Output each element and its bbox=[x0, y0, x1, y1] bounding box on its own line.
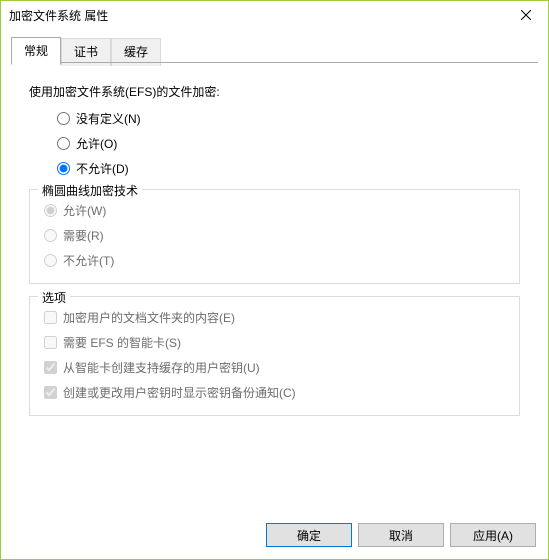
check-create-cached-key: 从智能卡创建支持缓存的用户密钥(U) bbox=[44, 359, 505, 376]
radio-ecc-disallow: 不允许(T) bbox=[44, 252, 505, 269]
tab-label: 证书 bbox=[74, 45, 98, 59]
radio-label: 不允许(D) bbox=[76, 160, 129, 177]
radio-label: 需要(R) bbox=[63, 227, 104, 244]
ecc-legend: 椭圆曲线加密技术 bbox=[38, 182, 142, 199]
cancel-button[interactable]: 取消 bbox=[358, 523, 444, 547]
options-legend: 选项 bbox=[38, 289, 70, 306]
radio-label: 不允许(T) bbox=[63, 252, 114, 269]
radio-label: 允许(O) bbox=[76, 135, 117, 152]
radio-input[interactable] bbox=[57, 137, 70, 150]
radio-input[interactable] bbox=[57, 162, 70, 175]
apply-button[interactable]: 应用(A) bbox=[450, 523, 536, 547]
check-encrypt-docs: 加密用户的文档文件夹的内容(E) bbox=[44, 309, 505, 326]
radio-label: 没有定义(N) bbox=[76, 110, 141, 127]
tab-strip: 常规 证书 缓存 bbox=[11, 37, 538, 65]
options-fieldset: 选项 加密用户的文档文件夹的内容(E) 需要 EFS 的智能卡(S) 从智能卡创… bbox=[29, 296, 520, 416]
checkbox-label: 从智能卡创建支持缓存的用户密钥(U) bbox=[63, 359, 260, 376]
titlebar: 加密文件系统 属性 bbox=[1, 1, 548, 31]
check-backup-notification: 创建或更改用户密钥时显示密钥备份通知(C) bbox=[44, 384, 505, 401]
window-title: 加密文件系统 属性 bbox=[9, 1, 108, 24]
tab-content: 使用加密文件系统(EFS)的文件加密: 没有定义(N) 允许(O) 不允许(D)… bbox=[1, 65, 548, 426]
ok-button[interactable]: 确定 bbox=[266, 523, 352, 547]
radio-disallow[interactable]: 不允许(D) bbox=[57, 160, 520, 177]
radio-label: 允许(W) bbox=[63, 202, 106, 219]
radio-input bbox=[44, 204, 57, 217]
radio-not-defined[interactable]: 没有定义(N) bbox=[57, 110, 520, 127]
efs-radio-group: 没有定义(N) 允许(O) 不允许(D) bbox=[29, 110, 520, 177]
radio-ecc-allow: 允许(W) bbox=[44, 202, 505, 219]
close-button[interactable] bbox=[503, 1, 548, 29]
radio-allow[interactable]: 允许(O) bbox=[57, 135, 520, 152]
checkbox-label: 加密用户的文档文件夹的内容(E) bbox=[63, 309, 235, 326]
dialog-footer: 确定 取消 应用(A) bbox=[266, 523, 536, 547]
checkbox-input bbox=[44, 336, 57, 349]
checkbox-label: 创建或更改用户密钥时显示密钥备份通知(C) bbox=[63, 384, 296, 401]
radio-input bbox=[44, 229, 57, 242]
ecc-fieldset: 椭圆曲线加密技术 允许(W) 需要(R) 不允许(T) bbox=[29, 189, 520, 284]
close-icon bbox=[521, 10, 531, 20]
radio-ecc-require: 需要(R) bbox=[44, 227, 505, 244]
tab-underline bbox=[11, 62, 538, 63]
radio-input bbox=[44, 254, 57, 267]
tab-label: 缓存 bbox=[124, 45, 148, 59]
check-require-smartcard: 需要 EFS 的智能卡(S) bbox=[44, 334, 505, 351]
tab-general[interactable]: 常规 bbox=[11, 37, 61, 65]
tab-label: 常规 bbox=[24, 44, 48, 58]
checkbox-input bbox=[44, 311, 57, 324]
checkbox-label: 需要 EFS 的智能卡(S) bbox=[63, 334, 181, 351]
radio-input[interactable] bbox=[57, 112, 70, 125]
checkbox-input bbox=[44, 386, 57, 399]
efs-heading: 使用加密文件系统(EFS)的文件加密: bbox=[29, 83, 520, 100]
checkbox-input bbox=[44, 361, 57, 374]
